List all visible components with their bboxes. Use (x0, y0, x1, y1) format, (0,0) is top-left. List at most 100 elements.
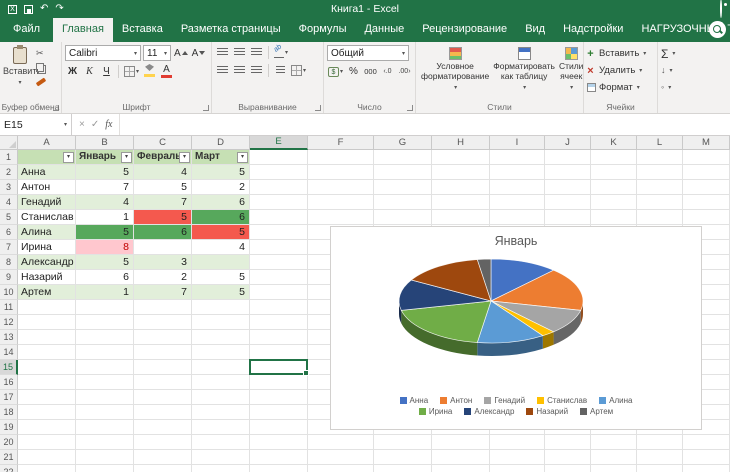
cell-H20[interactable] (432, 435, 490, 450)
cell-D10[interactable]: 5 (192, 285, 250, 300)
row-header-2[interactable]: 2 (0, 165, 18, 180)
cell-E7[interactable] (250, 240, 308, 255)
ribbon-tab-Надстройки[interactable]: Надстройки (554, 18, 632, 42)
cell-L22[interactable] (637, 465, 683, 472)
row-header-19[interactable]: 19 (0, 420, 18, 435)
cell-D15[interactable] (192, 360, 250, 375)
cell-H4[interactable] (432, 195, 490, 210)
cell-J22[interactable] (545, 465, 591, 472)
cell-M1[interactable] (683, 150, 730, 165)
row-header-6[interactable]: 6 (0, 225, 18, 240)
insert-cells-button[interactable]: Вставить▾ (587, 45, 654, 62)
cell-M2[interactable] (683, 165, 730, 180)
cell-B10[interactable]: 1 (76, 285, 134, 300)
cell-H3[interactable] (432, 180, 490, 195)
cell-E14[interactable] (250, 345, 308, 360)
cell-I20[interactable] (490, 435, 545, 450)
font-color-button[interactable]: А (159, 64, 174, 79)
cell-L5[interactable] (637, 210, 683, 225)
cell-E10[interactable] (250, 285, 308, 300)
legend-item-Анна[interactable]: Анна (400, 396, 429, 405)
cell-E19[interactable] (250, 420, 308, 435)
cancel-icon[interactable]: × (79, 119, 85, 130)
cell-G20[interactable] (374, 435, 432, 450)
cell-A20[interactable] (18, 435, 76, 450)
ribbon-tab-Формулы[interactable]: Формулы (290, 18, 356, 42)
cell-D13[interactable] (192, 330, 250, 345)
search-icon[interactable] (709, 21, 726, 38)
increase-decimal-button[interactable]: ‹.0 (380, 64, 395, 79)
cell-M21[interactable] (683, 450, 730, 465)
filter-dropdown-icon[interactable]: ▾ (63, 152, 74, 163)
cell-E17[interactable] (250, 390, 308, 405)
cell-A15[interactable] (18, 360, 76, 375)
cell-G4[interactable] (374, 195, 432, 210)
format-cells-button[interactable]: Формат▾ (587, 79, 654, 96)
cell-D5[interactable]: 6 (192, 210, 250, 225)
merge-center-button[interactable]: ▾ (290, 63, 307, 78)
cell-D18[interactable] (192, 405, 250, 420)
copy-icon[interactable] (36, 62, 50, 73)
ribbon-tab-Файл[interactable]: Файл (0, 18, 53, 42)
cell-C6[interactable]: 6 (134, 225, 192, 240)
cell-F4[interactable] (308, 195, 374, 210)
cell-C11[interactable] (134, 300, 192, 315)
cell-D8[interactable] (192, 255, 250, 270)
cell-J21[interactable] (545, 450, 591, 465)
save-icon[interactable] (24, 5, 33, 14)
cell-A18[interactable] (18, 405, 76, 420)
conditional-formatting-button[interactable]: Условное форматирование ▾ (419, 45, 491, 100)
row-header-21[interactable]: 21 (0, 450, 18, 465)
fill-color-button[interactable] (142, 64, 157, 79)
cell-K4[interactable] (591, 195, 637, 210)
cell-A8[interactable]: Александр (18, 255, 76, 270)
column-header-C[interactable]: C (134, 136, 192, 150)
cell-C7[interactable] (134, 240, 192, 255)
legend-item-Назарий[interactable]: Назарий (526, 407, 568, 416)
legend-item-Алина[interactable]: Алина (599, 396, 632, 405)
row-header-22[interactable]: 22 (0, 465, 18, 472)
column-header-D[interactable]: D (192, 136, 250, 150)
fill-button[interactable]: ▾ (661, 62, 727, 79)
cell-B9[interactable]: 6 (76, 270, 134, 285)
cell-styles-button[interactable]: Стили ячеек ▾ (557, 45, 586, 100)
cell-D6[interactable]: 5 (192, 225, 250, 240)
cell-J20[interactable] (545, 435, 591, 450)
cell-B2[interactable]: 5 (76, 165, 134, 180)
insert-function-icon[interactable]: fx (105, 119, 112, 130)
align-top-button[interactable] (215, 45, 230, 60)
row-header-8[interactable]: 8 (0, 255, 18, 270)
redo-icon[interactable]: ↷ (55, 4, 63, 14)
cell-A5[interactable]: Станислав (18, 210, 76, 225)
cell-C12[interactable] (134, 315, 192, 330)
column-header-K[interactable]: K (591, 136, 637, 150)
cell-J5[interactable] (545, 210, 591, 225)
column-header-H[interactable]: H (432, 136, 490, 150)
legend-item-Антон[interactable]: Антон (440, 396, 472, 405)
cell-G21[interactable] (374, 450, 432, 465)
column-header-M[interactable]: M (683, 136, 730, 150)
ribbon-tab-Главная[interactable]: Главная (53, 18, 113, 42)
cell-L4[interactable] (637, 195, 683, 210)
cell-B6[interactable]: 5 (76, 225, 134, 240)
cell-E3[interactable] (250, 180, 308, 195)
cell-D22[interactable] (192, 465, 250, 472)
cell-C13[interactable] (134, 330, 192, 345)
cell-A16[interactable] (18, 375, 76, 390)
cell-D2[interactable]: 5 (192, 165, 250, 180)
row-header-14[interactable]: 14 (0, 345, 18, 360)
cell-K5[interactable] (591, 210, 637, 225)
cell-D7[interactable]: 4 (192, 240, 250, 255)
legend-item-Станислав[interactable]: Станислав (537, 396, 587, 405)
column-header-F[interactable]: F (308, 136, 374, 150)
font-name-select[interactable]: Calibri▾ (65, 45, 141, 61)
cell-D19[interactable] (192, 420, 250, 435)
cell-D3[interactable]: 2 (192, 180, 250, 195)
cell-B12[interactable] (76, 315, 134, 330)
cell-E22[interactable] (250, 465, 308, 472)
cell-E20[interactable] (250, 435, 308, 450)
cell-A2[interactable]: Анна (18, 165, 76, 180)
legend-item-Александр[interactable]: Александр (464, 407, 514, 416)
cell-A11[interactable] (18, 300, 76, 315)
row-header-13[interactable]: 13 (0, 330, 18, 345)
